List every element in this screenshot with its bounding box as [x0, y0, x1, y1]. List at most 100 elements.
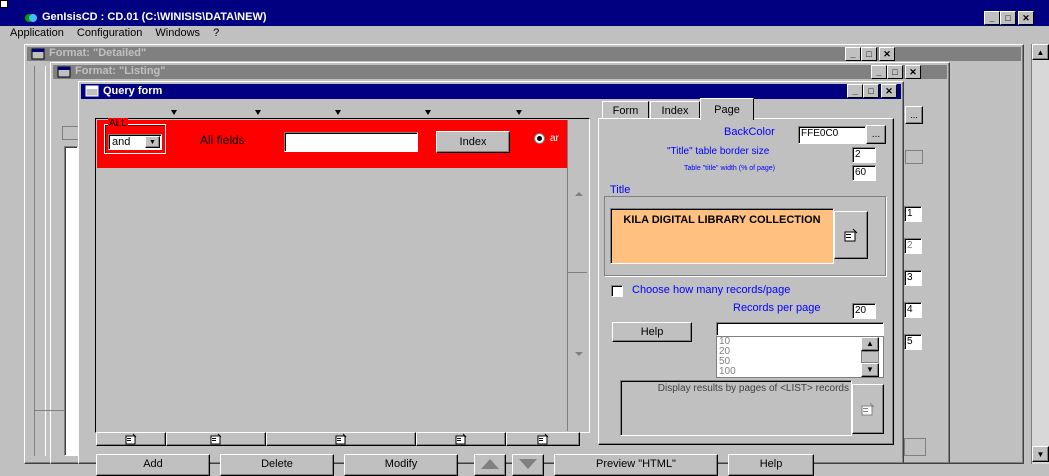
menu-application[interactable]: Application: [10, 27, 64, 39]
radio-button[interactable]: [534, 133, 545, 144]
field-label: All fields: [200, 133, 245, 147]
scroll-up-icon[interactable]: ▲: [1032, 44, 1049, 60]
radio-dot-icon: [537, 136, 542, 141]
listing-value-2[interactable]: 2: [904, 238, 922, 254]
choose-records-checkbox[interactable]: [611, 285, 623, 297]
maximize-icon[interactable]: □: [1000, 11, 1016, 25]
minimize-icon[interactable]: _: [871, 65, 887, 79]
detailed-left-edge: [34, 66, 46, 456]
query-title: Query form: [103, 85, 163, 97]
choose-records-label: Choose how many records/page: [632, 284, 791, 296]
triangle-down-icon: [519, 459, 537, 469]
close-icon[interactable]: ✕: [879, 47, 895, 61]
column-marker-icon[interactable]: [335, 110, 341, 115]
listing-value-5[interactable]: 5: [904, 334, 922, 350]
list-scroll-up-icon[interactable]: ▲: [861, 337, 879, 351]
tab-page[interactable]: Page: [700, 98, 754, 120]
main-scrollbar[interactable]: ▲ ▼: [1031, 44, 1049, 464]
option-50[interactable]: 50: [719, 357, 883, 367]
display-results-box: Display results by pages of <LIST> recor…: [620, 380, 852, 436]
app-icon: [25, 14, 37, 22]
minimize-icon[interactable]: _: [847, 84, 863, 98]
title-width-input[interactable]: 60: [852, 165, 876, 181]
app-titlebar[interactable]: GenIsisCD : CD.01 (C:\WINISIS\DATA\NEW) …: [0, 10, 1049, 26]
column-edit-button[interactable]: [166, 432, 266, 446]
title-border-input[interactable]: 2: [852, 147, 876, 163]
add-button[interactable]: Add: [96, 454, 210, 476]
properties-icon: [335, 433, 347, 445]
title-edit-button[interactable]: [834, 211, 868, 259]
display-edit-button[interactable]: [852, 384, 884, 434]
backcolor-browse-button[interactable]: ...: [866, 125, 886, 144]
option-20[interactable]: 20: [719, 347, 883, 357]
window-icon: [57, 66, 71, 78]
column-edit-button[interactable]: [506, 432, 580, 446]
maximize-icon[interactable]: □: [863, 84, 879, 98]
records-per-page-input[interactable]: 20: [852, 303, 876, 319]
listing-side-box: [905, 150, 923, 164]
maximize-icon[interactable]: □: [887, 65, 903, 79]
menu-help[interactable]: ?: [213, 27, 219, 39]
detailed-title: Format: "Detailed": [49, 47, 147, 59]
records-options-list[interactable]: 10 20 50 100 ▲ ▼: [716, 336, 884, 378]
menu-windows[interactable]: Windows: [155, 27, 200, 39]
title-text: KILA DIGITAL LIBRARY COLLECTION: [623, 214, 821, 226]
operator-value: and: [112, 136, 131, 148]
query-value-input[interactable]: [284, 132, 418, 152]
column-marker-icon[interactable]: [425, 110, 431, 115]
help-button-bottom[interactable]: Help: [728, 454, 814, 476]
close-icon[interactable]: ✕: [1018, 11, 1034, 25]
listing-left-panel: [64, 146, 78, 456]
scroll-down-icon[interactable]: ▼: [1032, 446, 1049, 462]
move-up-button[interactable]: [474, 454, 506, 476]
scroll-up-icon[interactable]: [575, 192, 583, 196]
query-titlebar[interactable]: Query form _ □ ✕: [81, 84, 901, 99]
close-icon[interactable]: ✕: [881, 84, 897, 98]
chevron-down-icon[interactable]: ▼: [145, 136, 160, 148]
tab-form[interactable]: Form: [602, 101, 649, 119]
listing-value-1[interactable]: 1: [904, 206, 922, 222]
tab-index[interactable]: Index: [650, 101, 700, 119]
app-title: GenIsisCD : CD.01 (C:\WINISIS\DATA\NEW): [42, 11, 267, 23]
window-icon: [85, 85, 99, 97]
preview-html-button[interactable]: Preview "HTML": [554, 454, 718, 476]
listing-line: [34, 410, 64, 411]
maximize-icon[interactable]: □: [861, 47, 877, 61]
detailed-titlebar[interactable]: Format: "Detailed" _ □ ✕: [27, 47, 1021, 61]
backcolor-input[interactable]: FFE0C0: [798, 126, 866, 144]
grid-scrollbar[interactable]: [567, 120, 587, 431]
column-edit-button[interactable]: [416, 432, 506, 446]
properties-icon: [861, 402, 875, 416]
option-10[interactable]: 10: [719, 337, 883, 347]
listing-value-3[interactable]: 3: [904, 270, 922, 286]
operator-select[interactable]: and ▼: [108, 134, 162, 150]
column-marker-icon[interactable]: [171, 110, 177, 115]
close-icon[interactable]: ✕: [905, 65, 921, 79]
list-scroll-thumb[interactable]: [861, 351, 879, 363]
query-group-label: ALL: [108, 118, 128, 129]
list-scroll-down-icon[interactable]: ▼: [861, 363, 879, 377]
listing-browse-button[interactable]: ...: [905, 106, 923, 124]
index-button[interactable]: Index: [436, 131, 510, 153]
records-combo-input[interactable]: [716, 322, 884, 336]
listing-value-4[interactable]: 4: [904, 302, 922, 318]
option-100[interactable]: 100: [719, 367, 883, 377]
help-button[interactable]: Help: [612, 322, 692, 342]
delete-button[interactable]: Delete: [220, 454, 334, 476]
column-edit-button[interactable]: [96, 432, 166, 446]
listing-titlebar[interactable]: Format: "Listing" _ □ ✕: [53, 65, 947, 79]
scroll-down-icon[interactable]: [575, 352, 583, 356]
column-marker-icon[interactable]: [255, 110, 261, 115]
system-icon: [0, 0, 8, 8]
minimize-icon[interactable]: _: [845, 47, 861, 61]
menu-configuration[interactable]: Configuration: [77, 27, 142, 39]
modify-button[interactable]: Modify: [344, 454, 458, 476]
records-per-page-label: Records per page: [733, 302, 821, 314]
minimize-icon[interactable]: _: [984, 11, 1000, 25]
title-border-label: "Title" table border size: [667, 146, 770, 157]
move-down-button[interactable]: [512, 454, 544, 476]
scroll-divider: [568, 272, 587, 273]
column-edit-button[interactable]: [266, 432, 416, 446]
properties-icon: [455, 433, 467, 445]
column-marker-icon[interactable]: [516, 110, 522, 115]
